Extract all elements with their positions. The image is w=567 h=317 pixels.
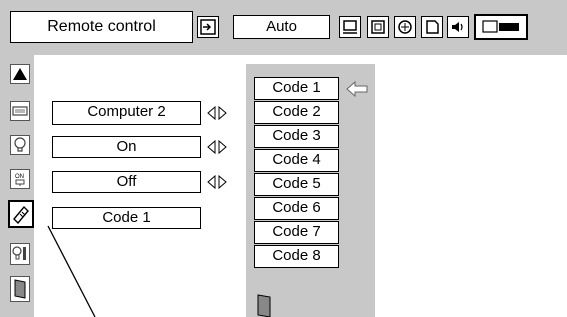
code-item[interactable]: Code 1: [254, 77, 339, 100]
code-list-exit-icon[interactable]: [256, 293, 274, 317]
code-item[interactable]: Code 6: [254, 197, 339, 220]
code-item[interactable]: Code 8: [254, 245, 339, 268]
code-item[interactable]: Code 2: [254, 101, 339, 124]
code-item[interactable]: Code 7: [254, 221, 339, 244]
code-item[interactable]: Code 4: [254, 149, 339, 172]
code-item[interactable]: Code 5: [254, 173, 339, 196]
code-item[interactable]: Code 3: [254, 125, 339, 148]
selection-pointer-icon: [346, 81, 368, 97]
